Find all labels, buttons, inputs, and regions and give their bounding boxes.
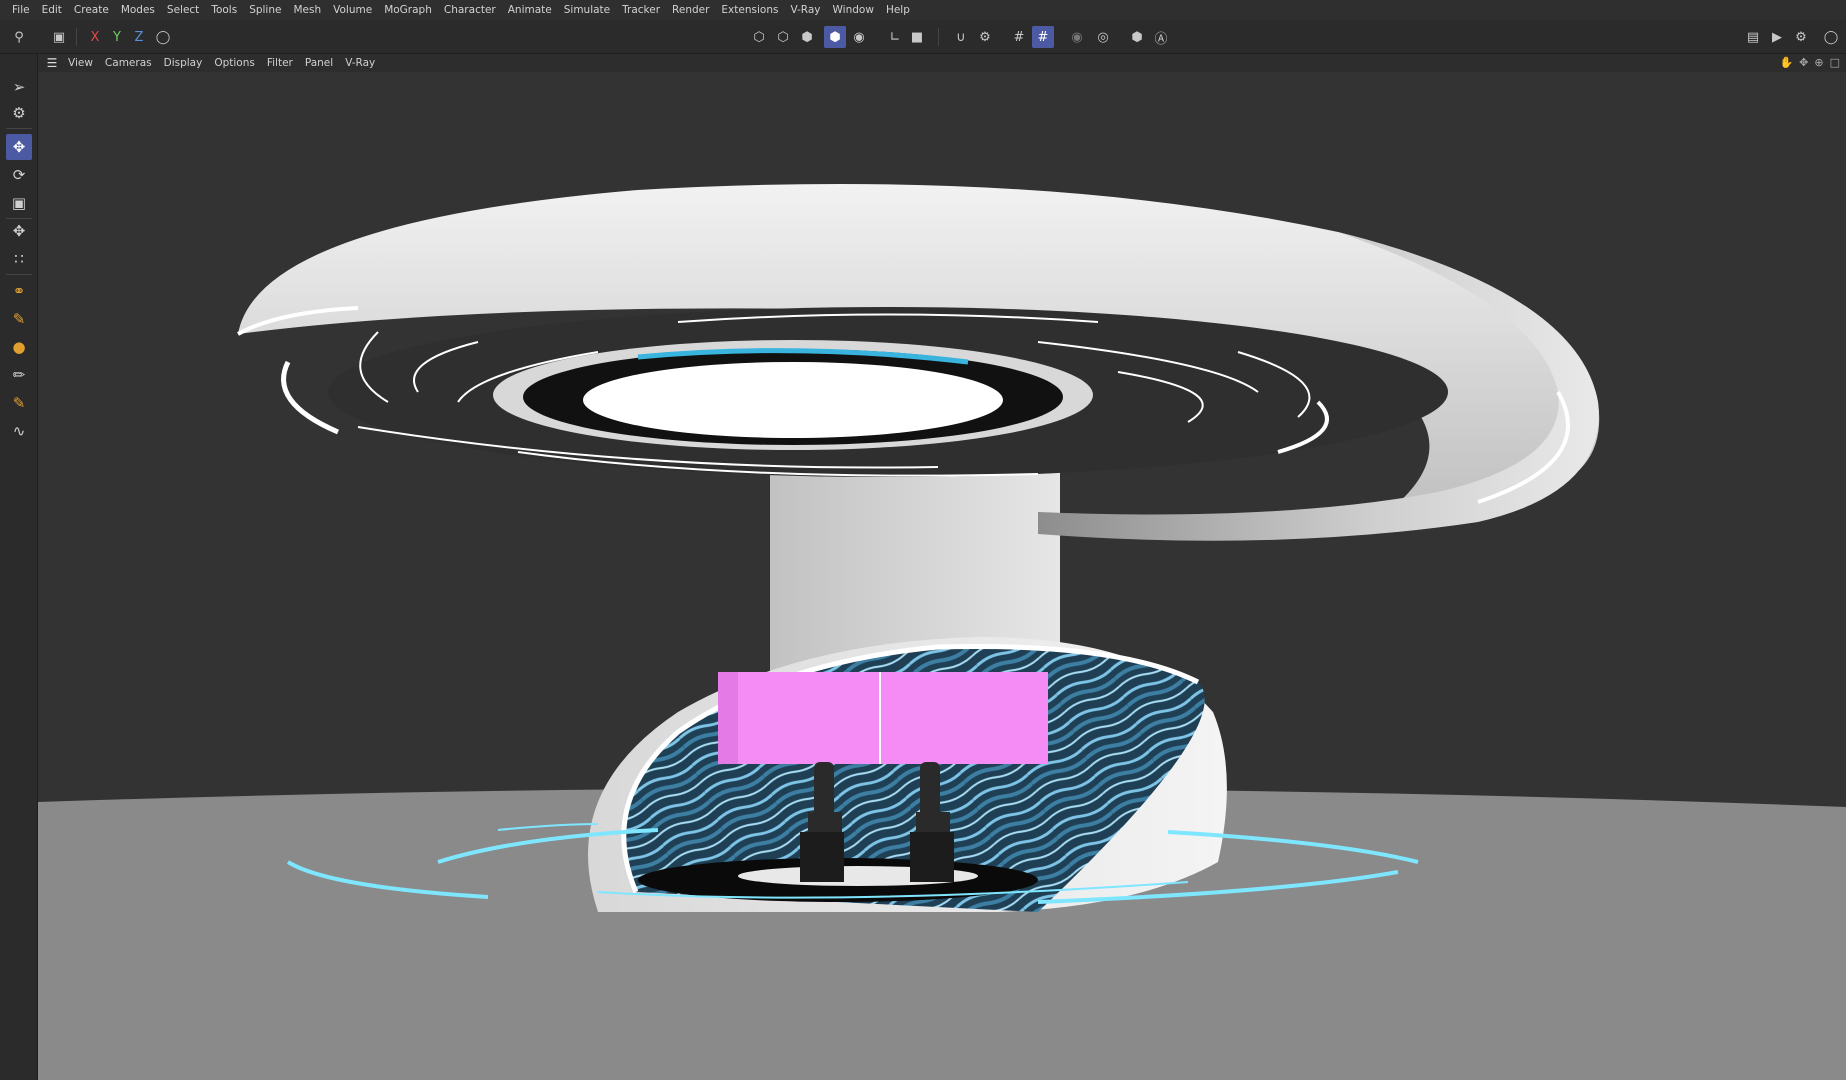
menu-character[interactable]: Character [438, 4, 502, 16]
menu-modes[interactable]: Modes [115, 4, 161, 16]
viewport-menu-filter[interactable]: Filter [261, 57, 299, 69]
viewport-menu-display[interactable]: Display [158, 57, 209, 69]
paint-icon[interactable]: ● [6, 334, 32, 360]
quantize-icon[interactable]: # [1032, 26, 1054, 48]
coordinate-system-icon[interactable]: ◯ [152, 26, 174, 48]
menu-v-ray[interactable]: V-Ray [784, 4, 826, 16]
menu-animate[interactable]: Animate [502, 4, 558, 16]
palette-divider [6, 274, 32, 275]
brush-icon[interactable]: ✏ [6, 362, 32, 388]
main-toolbar: ⚲ ▣ X Y Z ◯ ⬡ ⬡ ⬢ ⬢ ◉ ∟ ■ ∪ ⚙ # # ◉ ◎ ⬢ … [0, 20, 1846, 54]
solo-icon[interactable]: ◉ [1066, 26, 1088, 48]
menu-file[interactable]: File [6, 4, 36, 16]
undo-icon[interactable]: ▣ [48, 26, 70, 48]
palette-divider [6, 128, 32, 129]
viewport-nav-icons: ✋ ✥ ⊕ □ [1779, 56, 1840, 69]
menu-volume[interactable]: Volume [327, 4, 378, 16]
toolbar-divider [76, 28, 77, 46]
menu-tools[interactable]: Tools [205, 4, 243, 16]
isolate-icon[interactable]: ◎ [1092, 26, 1114, 48]
knife-icon[interactable]: ✎ [6, 390, 32, 416]
axis-y-toggle[interactable]: Y [106, 26, 128, 48]
menu-help[interactable]: Help [880, 4, 916, 16]
pan-icon[interactable]: ✋ [1779, 56, 1793, 69]
grid-snap-icon[interactable]: # [1008, 26, 1030, 48]
viewport-menu-panel[interactable]: Panel [299, 57, 339, 69]
menu-extensions[interactable]: Extensions [715, 4, 784, 16]
snap-icon[interactable]: ∪ [950, 26, 972, 48]
main-menu-bar: File Edit Create Modes Select Tools Spline Mesh… [0, 0, 1846, 20]
menu-tracker[interactable]: Tracker [616, 4, 666, 16]
toolbar-divider [938, 28, 939, 46]
move-view-icon[interactable]: ✥ [1799, 56, 1808, 69]
menu-create[interactable]: Create [68, 4, 115, 16]
soft-selection-icon[interactable]: ⚭ [6, 278, 32, 304]
menu-mograph[interactable]: MoGraph [378, 4, 438, 16]
texture-mode-icon[interactable]: ◉ [848, 26, 870, 48]
zoom-view-icon[interactable]: ⊕ [1814, 56, 1823, 69]
magenta-display-box [718, 672, 1048, 764]
viewport-hamburger-icon[interactable]: ☰ [42, 56, 62, 70]
tool-palette: ➢ ⚙ ✥ ⟳ ▣ ✥ ∷ ⚭ ✎ ● ✏ ✎ ∿ [0, 54, 38, 1080]
3d-viewport[interactable] [38, 72, 1846, 1080]
menu-window[interactable]: Window [827, 4, 880, 16]
viewport-menu-view[interactable]: View [62, 57, 99, 69]
workplane-icon[interactable]: ∟ [884, 26, 906, 48]
viewport-menu-bar: ☰ View Cameras Display Options Filter Panel V-… [38, 54, 1846, 72]
points-mode-icon[interactable]: ⬡ [748, 26, 770, 48]
viewport-menu-v-ray[interactable]: V-Ray [339, 57, 381, 69]
spline-pen-icon[interactable]: ∿ [6, 418, 32, 444]
menu-select[interactable]: Select [161, 4, 205, 16]
render-settings-icon[interactable]: ⚙ [1790, 26, 1812, 48]
sculpt-icon[interactable]: ✎ [6, 306, 32, 332]
menu-mesh[interactable]: Mesh [287, 4, 327, 16]
maximize-view-icon[interactable]: □ [1830, 56, 1840, 69]
axis-lock-icon[interactable]: ■ [906, 26, 928, 48]
axis-z-toggle[interactable]: Z [128, 26, 150, 48]
object-icon[interactable]: ⬢ [1126, 26, 1148, 48]
ceiling-light-panel [583, 362, 1003, 438]
snap-settings-icon[interactable]: ⚙ [974, 26, 996, 48]
search-icon[interactable]: ⚲ [8, 26, 30, 48]
menu-edit[interactable]: Edit [36, 4, 68, 16]
menu-simulate[interactable]: Simulate [558, 4, 616, 16]
transform-icon[interactable]: ✥ [6, 218, 32, 244]
edges-mode-icon[interactable]: ⬡ [772, 26, 794, 48]
points-transform-icon[interactable]: ∷ [6, 246, 32, 272]
move-icon[interactable]: ✥ [6, 134, 32, 160]
live-selection-icon[interactable]: ➢ [6, 74, 32, 100]
auto-icon[interactable]: Ⓐ [1150, 26, 1172, 48]
model-mode-icon[interactable]: ⬢ [824, 26, 846, 48]
polygons-mode-icon[interactable]: ⬢ [796, 26, 818, 48]
scale-icon[interactable]: ▣ [6, 190, 32, 216]
menu-spline[interactable]: Spline [243, 4, 287, 16]
scene-render [38, 183, 1846, 1080]
menu-render[interactable]: Render [666, 4, 715, 16]
layout-icon[interactable]: ◯ [1820, 26, 1842, 48]
viewport-menu-cameras[interactable]: Cameras [99, 57, 158, 69]
selection-settings-icon[interactable]: ⚙ [6, 100, 32, 126]
rotate-icon[interactable]: ⟳ [6, 162, 32, 188]
viewport-menu-options[interactable]: Options [208, 57, 261, 69]
render-view-icon[interactable]: ▤ [1742, 26, 1764, 48]
axis-x-toggle[interactable]: X [84, 26, 106, 48]
render-picture-viewer-icon[interactable]: ▶ [1766, 26, 1788, 48]
